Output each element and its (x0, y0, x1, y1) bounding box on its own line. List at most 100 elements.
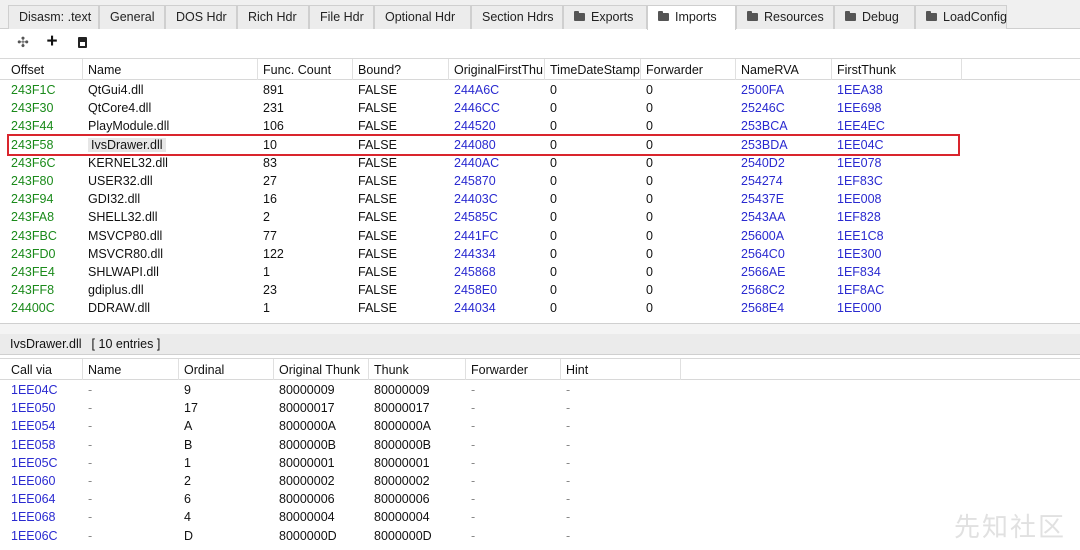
tab-resources[interactable]: Resources (736, 5, 834, 29)
tab-loadconfig[interactable]: LoadConfig (915, 5, 1007, 29)
table-row[interactable]: 1EE064 - 6 80000006 80000006 - - (0, 490, 1080, 508)
table-cell: D (184, 528, 194, 543)
table-row[interactable]: 24400C DDRAW.dll 1 FALSE 244034 0 0 2568E4 1EE00… (0, 299, 1080, 317)
table-row[interactable]: 243FF8 gdiplus.dll 23 FALSE 2458E0 0 0 2568C2 1E… (0, 281, 1080, 299)
tab-section-hdrs[interactable]: Section Hdrs (471, 5, 563, 29)
table-cell: - (566, 474, 571, 488)
column-header[interactable]: Forwarder (641, 59, 736, 80)
move-icon[interactable]: ✣ (13, 32, 33, 52)
tab-debug[interactable]: Debug (834, 5, 915, 29)
column-header[interactable]: Func. Count (258, 59, 353, 80)
table-cell: 1EE698 (837, 101, 882, 116)
tab-rich-hdr[interactable]: Rich Hdr (237, 5, 309, 29)
table-row[interactable]: 1EE05C - 1 80000001 80000001 - - (0, 454, 1080, 472)
table-row[interactable]: 1EE054 - A 8000000A 8000000A - - (0, 417, 1080, 435)
table-cell: 0 (550, 301, 557, 316)
save-icon[interactable] (72, 32, 92, 52)
table-cell: FALSE (358, 301, 397, 316)
table-cell: 243F94 (11, 192, 54, 207)
table-cell: FALSE (358, 174, 397, 188)
add-icon[interactable]: + (42, 32, 62, 52)
table-cell: 0 (646, 137, 653, 152)
table-cell: 1EF83C (837, 174, 883, 188)
column-header[interactable]: FirstThunk (832, 59, 962, 80)
table-cell: 80000017 (374, 401, 430, 416)
table-row[interactable]: 243F30 QtCore4.dll 231 FALSE 2446CC 0 0 25246C 1… (0, 99, 1080, 117)
table-row[interactable]: 243F44 PlayModule.dll 106 FALSE 244520 0 0 253B… (0, 117, 1080, 135)
table-cell: 27 (263, 174, 277, 188)
table-cell: 80000002 (374, 474, 430, 488)
table-row[interactable]: 1EE050 - 17 80000017 80000017 - - (0, 399, 1080, 417)
table-cell: 244A6C (454, 83, 500, 97)
table-row[interactable]: 243F94 GDI32.dll 16 FALSE 24403C 0 0 25437E 1EE0… (0, 190, 1080, 208)
table-cell: 80000017 (279, 401, 335, 416)
column-header[interactable]: Thunk (369, 359, 466, 380)
table-row[interactable]: 243F80 USER32.dll 27 FALSE 245870 0 0 254274 1EF… (0, 172, 1080, 190)
table-row[interactable]: 1EE068 - 4 80000004 80000004 - - (0, 508, 1080, 526)
table-cell: 1EE04C (837, 137, 884, 152)
table-row[interactable]: 243FE4 SHLWAPI.dll 1 FALSE 245868 0 0 2566AE 1EF… (0, 263, 1080, 281)
column-header[interactable]: Original Thunk (274, 359, 369, 380)
table-cell: - (471, 455, 476, 470)
table-row[interactable]: 243FA8 SHELL32.dll 2 FALSE 24585C 0 0 2543AA 1EF… (0, 208, 1080, 226)
table-cell: A (184, 419, 193, 434)
table-row[interactable]: 243F1C QtGui4.dll 891 FALSE 244A6C 0 0 2500FA 1E… (0, 81, 1080, 99)
selected-name-highlight: IvsDrawer.dll (88, 137, 166, 152)
table-cell: 0 (646, 174, 653, 188)
table-cell: 1EF828 (837, 210, 881, 225)
tab-bar: Disasm: .text General DOS Hdr Rich Hdr File … (0, 0, 1080, 30)
column-header[interactable]: Bound? (353, 59, 449, 80)
table-cell: 0 (550, 283, 557, 298)
table-row[interactable]: 1EE058 - B 8000000B 8000000B - - (0, 436, 1080, 454)
table-cell: FALSE (358, 137, 397, 152)
column-header[interactable]: Forwarder (466, 359, 561, 380)
table-cell: - (566, 383, 571, 397)
pane-splitter[interactable] (0, 323, 1080, 334)
column-header[interactable]: Offset (6, 59, 83, 80)
tab-dos-hdr[interactable]: DOS Hdr (165, 5, 237, 29)
table-cell: 2564C0 (741, 246, 785, 261)
table-cell: FALSE (358, 192, 397, 207)
table-row[interactable]: 243F6C KERNEL32.dll 83 FALSE 2440AC 0 0 2540D2 1… (0, 154, 1080, 172)
column-header[interactable]: Call via (6, 359, 83, 380)
table-cell: FALSE (358, 265, 397, 279)
table-cell: 1EF8AC (837, 283, 885, 298)
table-cell: 80000001 (374, 455, 430, 470)
table-cell: 2540D2 (741, 155, 785, 170)
column-header[interactable]: TimeDateStamp (545, 59, 641, 80)
table-row[interactable]: 1EE04C - 9 80000009 80000009 - - (0, 381, 1080, 399)
table-cell: 8000000A (374, 419, 432, 434)
column-header[interactable]: Hint (561, 359, 681, 380)
column-header[interactable]: OriginalFirstThu (449, 59, 545, 80)
detail-section-label: IvsDrawer.dll [ 10 entries ] (0, 334, 1080, 355)
table-cell: QtGui4.dll (88, 83, 144, 97)
table-cell: 1EE4EC (837, 119, 885, 134)
table-cell: 8000000D (374, 528, 432, 543)
column-header[interactable]: Ordinal (179, 359, 274, 380)
table-row[interactable]: 1EE060 - 2 80000002 80000002 - - (0, 472, 1080, 490)
tab-general[interactable]: General (99, 5, 165, 29)
tab-disasm-text[interactable]: Disasm: .text (8, 5, 99, 29)
table-cell: 1EE078 (837, 155, 882, 170)
table-cell: 106 (263, 119, 284, 134)
table-cell: 122 (263, 246, 284, 261)
table-cell: B (184, 437, 193, 452)
table-cell: 243FD0 (11, 246, 56, 261)
table-cell: 8000000A (279, 419, 337, 434)
table-cell: - (88, 419, 93, 434)
tab-exports[interactable]: Exports (563, 5, 647, 29)
table-row[interactable]: 243F58 IvsDrawer.dll 10 FALSE 244080 0 0 253BDA… (0, 136, 1080, 154)
table-row[interactable]: 1EE06C - D 8000000D 8000000D - - (0, 527, 1080, 545)
tab-label: DOS Hdr (176, 10, 227, 24)
column-header[interactable]: NameRVA (736, 59, 832, 80)
tab-file-hdr[interactable]: File Hdr (309, 5, 374, 29)
table-row[interactable]: 243FBC MSVCP80.dll 77 FALSE 2441FC 0 0 25600A 1E… (0, 227, 1080, 245)
tab-optional-hdr[interactable]: Optional Hdr (374, 5, 471, 29)
table-row[interactable]: 243FD0 MSVCR80.dll 122 FALSE 244334 0 0 2564C0 1… (0, 245, 1080, 263)
table-cell: GDI32.dll (88, 192, 141, 207)
column-header[interactable]: Name (83, 59, 258, 80)
table-cell: 245870 (454, 174, 496, 188)
column-header[interactable]: Name (83, 359, 179, 380)
table-cell: 243F44 (11, 119, 54, 134)
tab-imports[interactable]: Imports (647, 5, 736, 30)
